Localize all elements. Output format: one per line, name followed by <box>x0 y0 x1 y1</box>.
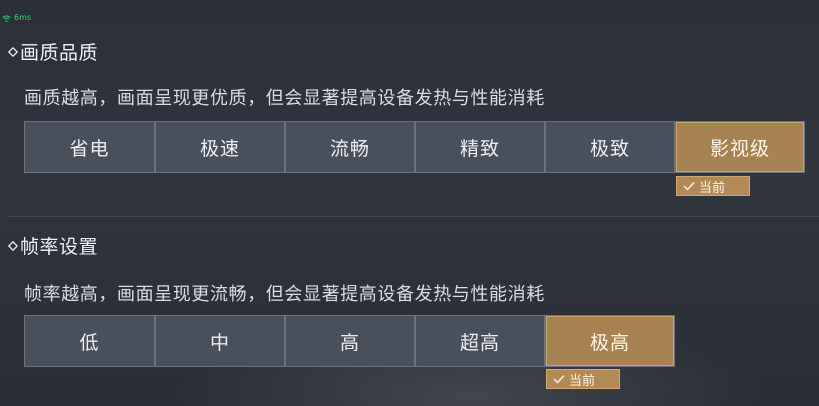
framerate-current-label: 当前 <box>569 373 596 389</box>
framerate-selector: 低 中 高 超高 极高 <box>24 315 675 367</box>
wifi-icon <box>2 14 11 22</box>
section-divider <box>8 216 819 217</box>
framerate-section-title: 帧率设置 <box>8 232 98 259</box>
network-status: 6ms <box>2 14 31 22</box>
framerate-option-ultra[interactable]: 超高 <box>414 316 544 366</box>
check-icon <box>683 182 695 191</box>
framerate-current-badge: 当前 <box>546 369 620 389</box>
quality-current-badge: 当前 <box>676 176 750 196</box>
diamond-icon <box>8 46 18 57</box>
framerate-description: 帧率越高，画面呈现更流畅，但会显著提高设备发热与性能消耗 <box>24 284 545 305</box>
quality-option-smooth[interactable]: 流畅 <box>284 122 414 172</box>
quality-option-power-saving[interactable]: 省电 <box>25 122 154 172</box>
quality-current-label: 当前 <box>699 180 726 196</box>
framerate-option-medium[interactable]: 中 <box>154 316 284 366</box>
quality-section-title: 画质品质 <box>8 38 98 65</box>
quality-option-cinematic[interactable]: 影视级 <box>674 122 804 172</box>
quality-option-fine[interactable]: 精致 <box>414 122 544 172</box>
quality-selector: 省电 极速 流畅 精致 极致 影视级 <box>24 121 805 173</box>
quality-option-speed[interactable]: 极速 <box>154 122 284 172</box>
framerate-option-high[interactable]: 高 <box>284 316 414 366</box>
quality-option-ultimate[interactable]: 极致 <box>544 122 674 172</box>
quality-title: 画质品质 <box>20 42 99 64</box>
ping-text: 6ms <box>14 13 32 22</box>
diamond-icon <box>8 240 18 251</box>
framerate-option-low[interactable]: 低 <box>25 316 154 366</box>
framerate-option-extreme[interactable]: 极高 <box>544 316 674 366</box>
check-icon <box>553 375 565 384</box>
quality-description: 画质越高，画面呈现更优质，但会显著提高设备发热与性能消耗 <box>24 88 545 109</box>
framerate-title: 帧率设置 <box>20 236 99 258</box>
